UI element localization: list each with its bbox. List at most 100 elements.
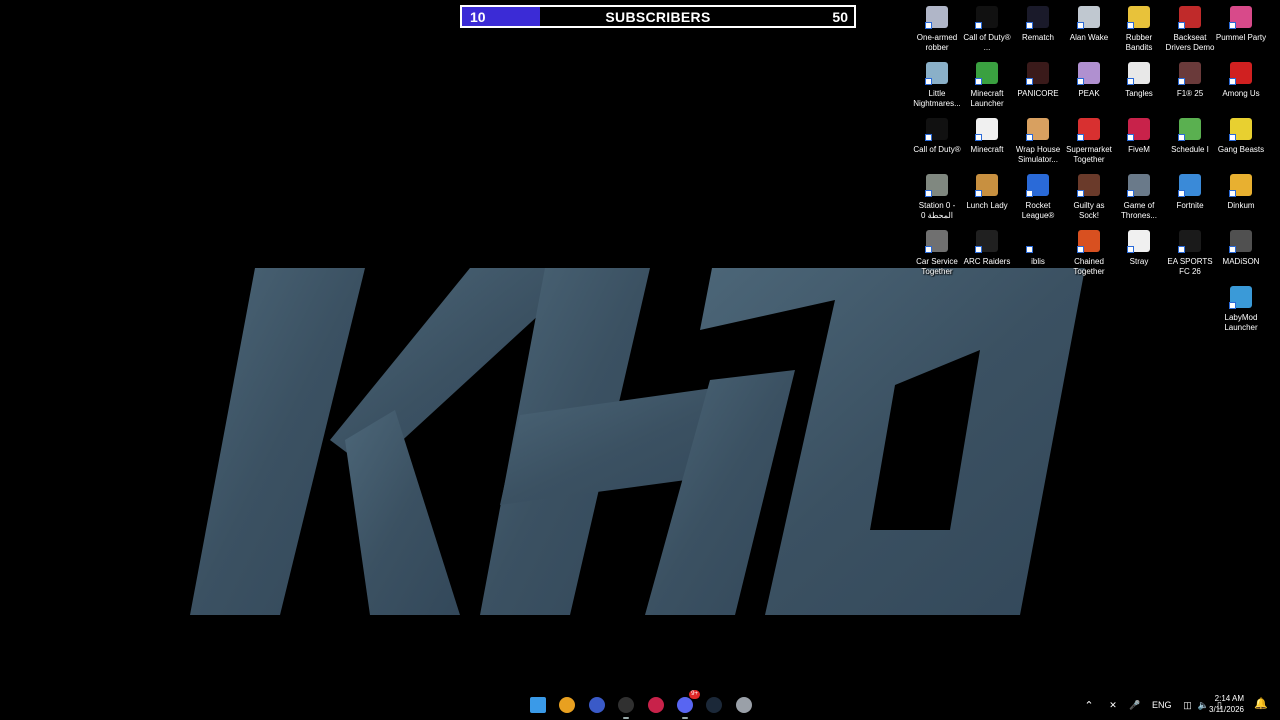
network-off-icon[interactable]: ✕ xyxy=(1106,700,1120,711)
desktop-icon[interactable]: Backseat Drivers Demo xyxy=(1165,2,1215,53)
obs-icon[interactable] xyxy=(615,694,637,719)
desktop-icon-label: Tangles xyxy=(1125,89,1153,98)
desktop-icon-label: Guilty as Sock! xyxy=(1073,201,1105,220)
volume-icon[interactable]: 🔈 xyxy=(1198,700,1210,711)
subscriber-goal-bar: 10 SUBSCRIBERS 50 xyxy=(460,5,856,28)
desktop-icon[interactable]: Call of Duty® xyxy=(912,114,962,155)
chrome-icon[interactable] xyxy=(556,694,578,716)
running-indicator xyxy=(682,717,688,719)
desktop-icon-label: Stray xyxy=(1129,257,1149,266)
desktop-icon[interactable]: Guilty as Sock! xyxy=(1064,170,1114,221)
station0-icon xyxy=(925,174,948,197)
desktop-icon[interactable]: LabyMod Launcher xyxy=(1216,282,1266,333)
desktop-icon[interactable]: Game of Thrones... xyxy=(1114,170,1164,221)
steam-icon[interactable] xyxy=(703,694,725,716)
desktop-icon-label: Little Nightmares... xyxy=(913,89,961,108)
fivem-taskbar-icon[interactable] xyxy=(645,694,667,716)
desktop-icon[interactable]: Call of Duty® ... xyxy=(962,2,1012,53)
fivem-taskbar-icon-glyph xyxy=(648,697,664,713)
desktop-icon[interactable]: Stray xyxy=(1114,226,1164,267)
desktop-icon-label: Backseat Drivers Demo xyxy=(1165,33,1215,52)
panicore-icon xyxy=(1026,62,1049,85)
desktop-icon[interactable]: MADiSON xyxy=(1216,226,1266,267)
desktop-icon[interactable]: FiveM xyxy=(1114,114,1164,155)
fortnite-icon xyxy=(1178,174,1201,197)
stray-icon xyxy=(1127,230,1150,253)
among-us-icon xyxy=(1229,62,1252,85)
desktop-icon[interactable]: Rubber Bandits xyxy=(1114,2,1164,53)
desktop-icon[interactable]: One-armed robber xyxy=(912,2,962,53)
gsp-icon[interactable] xyxy=(586,694,608,716)
desktop-icon[interactable]: Minecraft Launcher xyxy=(962,58,1012,109)
desktop-icon[interactable]: iblis xyxy=(1013,226,1063,267)
desktop-icon[interactable]: EA SPORTS FC 26 xyxy=(1165,226,1215,277)
tray-overflow-chevron-icon[interactable]: ⌃ xyxy=(1082,699,1096,712)
little-nightmares-icon xyxy=(925,62,948,85)
logo-letter-k-leg xyxy=(345,410,460,615)
desktop-icon-label: Minecraft xyxy=(970,145,1004,154)
desktop-icon-label: Gang Beasts xyxy=(1217,145,1265,154)
system-tray: ⌃ ✕ 🎤 ENG ◫ 🔈 ▯ xyxy=(1082,690,1226,720)
desktop-icon-label: Alan Wake xyxy=(1069,33,1109,42)
desktop-icon[interactable]: Fortnite xyxy=(1165,170,1215,211)
desktop-icon[interactable]: Alan Wake xyxy=(1064,2,1114,43)
desktop-icon[interactable]: Gang Beasts xyxy=(1216,114,1266,155)
running-indicator xyxy=(623,717,629,719)
guilty-sock-icon xyxy=(1077,174,1100,197)
desktop-icon-label: Fortnite xyxy=(1176,201,1204,210)
desktop-icon[interactable]: Supermarket Together xyxy=(1064,114,1114,165)
desktop-icon[interactable]: Station 0 - المحطة 0 xyxy=(912,170,962,221)
notification-bell-icon[interactable]: 🔔 xyxy=(1254,697,1268,710)
wrap-house-icon xyxy=(1026,118,1049,141)
desktop-icon-label: Game of Thrones... xyxy=(1120,201,1157,220)
language-indicator[interactable]: ENG xyxy=(1152,700,1172,710)
desktop-icon[interactable]: Car Service Together xyxy=(912,226,962,277)
cod-icon xyxy=(975,6,998,29)
peak-icon xyxy=(1077,62,1100,85)
desktop-icon[interactable]: Dinkum xyxy=(1216,170,1266,211)
desktop-icon[interactable]: PEAK xyxy=(1064,58,1114,99)
clock-date: 3/11/2026 xyxy=(1209,705,1244,714)
desktop-icon[interactable]: ARC Raiders xyxy=(962,226,1012,267)
car-service-icon xyxy=(925,230,948,253)
desktop-icon[interactable]: Among Us xyxy=(1216,58,1266,99)
desktop-icon[interactable]: Little Nightmares... xyxy=(912,58,962,109)
desktop-icon[interactable]: Pummel Party xyxy=(1216,2,1266,43)
desktop-icon-label: Schedule I xyxy=(1171,145,1209,154)
desktop-icon[interactable]: Schedule I xyxy=(1165,114,1215,155)
schedule-icon xyxy=(1178,118,1201,141)
f1-icon xyxy=(1178,62,1201,85)
pummel-party-icon xyxy=(1229,6,1252,29)
desktop-icon-label: ARC Raiders xyxy=(963,257,1011,266)
desktop-icon[interactable]: PANICORE xyxy=(1013,58,1063,99)
desktop-icon-label: Lunch Lady xyxy=(966,201,1008,210)
file-icon xyxy=(975,118,998,141)
desktop-icon-label: Wrap House Simulator... xyxy=(1015,145,1061,164)
rocket-league-icon xyxy=(1026,174,1049,197)
desktop-icon[interactable]: Wrap House Simulator... xyxy=(1013,114,1063,165)
desktop-icon-label: MADiSON xyxy=(1222,257,1260,266)
desktop-icon-label: Minecraft Launcher xyxy=(970,89,1004,108)
desktop-icon[interactable]: Rocket League® xyxy=(1013,170,1063,221)
settings-icon[interactable] xyxy=(733,694,755,716)
obs-icon-glyph xyxy=(618,697,634,713)
discord-icon[interactable]: 9+ xyxy=(674,690,700,719)
gang-beasts-icon xyxy=(1229,118,1252,141)
desktop-icon-label: PANICORE xyxy=(1017,89,1059,98)
microphone-icon[interactable]: 🎤 xyxy=(1128,700,1142,711)
taskbar-clock[interactable]: 2:14 AM 3/11/2026 xyxy=(1209,693,1244,715)
desktop-icon-label: Station 0 - المحطة 0 xyxy=(918,201,956,220)
desktop-icon-label: Car Service Together xyxy=(916,257,958,276)
desktop-icon[interactable]: Tangles xyxy=(1114,58,1164,99)
desktop-icon[interactable]: Lunch Lady xyxy=(962,170,1012,211)
start-button[interactable] xyxy=(527,694,549,716)
got-icon xyxy=(1127,174,1150,197)
desktop-icon-label: F1® 25 xyxy=(1176,89,1204,98)
clock-time: 2:14 AM xyxy=(1214,694,1244,703)
desktop-icon[interactable]: Rematch xyxy=(1013,2,1063,43)
desktop-icon[interactable]: F1® 25 xyxy=(1165,58,1215,99)
desktop-icon[interactable]: Minecraft xyxy=(962,114,1012,155)
desktop-icon[interactable]: Chained Together xyxy=(1064,226,1114,277)
display-icon[interactable]: ◫ xyxy=(1182,700,1194,711)
lunch-lady-icon xyxy=(975,174,998,197)
